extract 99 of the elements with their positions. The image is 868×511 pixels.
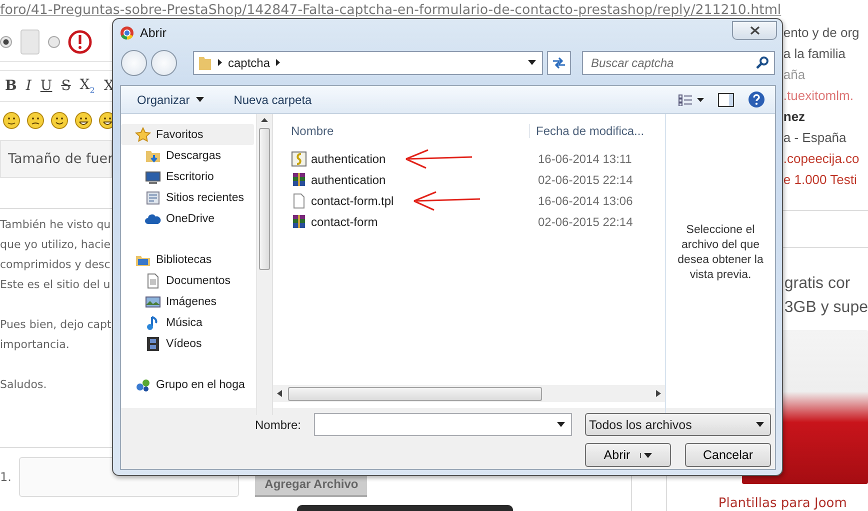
format-button[interactable]: X$_{2}$ <box>80 77 95 95</box>
attachment-number: 1. <box>0 470 12 484</box>
smiley-icon[interactable] <box>3 112 20 128</box>
browser-logo-icon <box>120 26 134 40</box>
column-header[interactable]: Nombre <box>273 124 529 138</box>
format-button[interactable]: I <box>26 78 32 94</box>
back-button[interactable] <box>121 50 147 76</box>
preview-hint: Seleccione el archivo del que desea obtener la vista previa. <box>676 223 764 283</box>
file-date: 16-06-2014 13:06 <box>537 194 634 208</box>
radio-button[interactable] <box>0 36 12 48</box>
sidebar-link[interactable]: Plantillas para Joom <box>667 496 868 511</box>
smiley-icon[interactable] <box>75 112 92 128</box>
exclamation-icon[interactable] <box>68 30 92 54</box>
cancel-button[interactable]: Cancelar <box>685 443 771 467</box>
column-header[interactable]: Fecha de modifica... <box>529 124 665 138</box>
star-icon <box>135 126 151 142</box>
folder-icon <box>198 54 212 70</box>
close-button[interactable] <box>732 21 777 40</box>
file-date: 02-06-2015 22:14 <box>537 214 634 228</box>
search-field[interactable]: Buscar captcha <box>582 50 775 74</box>
caret-icon <box>756 422 764 427</box>
refresh-icon <box>552 56 566 68</box>
help-icon[interactable] <box>748 91 765 108</box>
paragraph-text: También he visto qu <box>0 217 111 233</box>
address-bar[interactable]: captcha <box>193 50 543 74</box>
file-date: 02-06-2015 22:14 <box>537 172 634 186</box>
paragraph-text: que yo utilizo, hacie <box>0 237 110 253</box>
script-file-icon <box>291 150 307 166</box>
network-icon <box>135 376 151 392</box>
file-date: 16-06-2014 13:11 <box>537 152 633 166</box>
nav-item[interactable]: Sitios recientes <box>121 187 254 208</box>
close-icon <box>750 26 760 35</box>
file-type-select[interactable]: Todos los archivos <box>585 413 771 436</box>
file-name[interactable]: contact-form.tpl <box>273 190 529 210</box>
nav-item[interactable]: Descargas <box>121 145 254 166</box>
blank-file-icon <box>291 192 307 208</box>
scroll-right-icon[interactable] <box>656 390 661 397</box>
dropdown-caret-icon <box>557 422 565 427</box>
file-name[interactable]: authentication <box>273 148 529 168</box>
paragraph-text: comprimidos y desc <box>0 257 110 273</box>
scrollbar-thumb[interactable] <box>259 128 270 270</box>
caret-icon <box>644 452 652 458</box>
search-icon <box>756 56 769 68</box>
file-name[interactable]: authentication <box>273 172 529 188</box>
sidebar-text[interactable]: .copeecija.co <box>783 148 868 169</box>
toolbar-button[interactable]: Organizar <box>137 92 204 106</box>
chevron-right-icon <box>218 59 222 66</box>
picture-icon <box>145 294 161 310</box>
scroll-left-icon[interactable] <box>277 390 282 397</box>
paragraph-text: Saludos. <box>0 377 47 393</box>
film-icon <box>145 336 161 352</box>
chevron-right-icon <box>276 59 280 66</box>
recent-places-icon <box>145 190 161 206</box>
scrollbar-thumb[interactable] <box>288 386 542 400</box>
promo-text: 3GB y supe <box>784 298 868 318</box>
smiley-icon[interactable] <box>51 112 68 128</box>
open-button[interactable]: Abrir <box>585 443 671 467</box>
nav-item[interactable]: OneDrive <box>121 208 254 229</box>
archive-file-icon <box>291 172 307 188</box>
sidebar-text: a la familia <box>783 45 847 63</box>
sidebar-text: aña <box>783 66 806 84</box>
font-size-select[interactable]: Tamaño de fuer <box>0 140 112 178</box>
breadcrumb-item[interactable]: captcha <box>228 56 270 70</box>
dropdown-caret-icon <box>528 60 536 65</box>
page-url[interactable]: foro/41-Preguntas-sobre-PrestaShop/142847-Falta-captcha-en-formulario-de-contacto-prestashop/reply/211210.html <box>0 0 868 22</box>
sidebar-text[interactable]: e 1.000 Testi <box>783 169 868 190</box>
preview-pane-icon[interactable] <box>718 92 734 106</box>
nav-item[interactable]: Favoritos <box>121 124 254 145</box>
file-name[interactable]: contact-form <box>273 214 529 230</box>
sidebar-text: nez <box>783 108 806 126</box>
filename-label: Nombre: <box>254 418 301 432</box>
radio-button[interactable] <box>48 36 60 48</box>
sidebar-text: ento y de org <box>783 24 860 42</box>
promo-text: gratis cor <box>784 274 852 294</box>
archive-file-icon <box>291 214 307 230</box>
window-title: Abrir <box>140 26 166 40</box>
nav-item[interactable]: Documentos <box>121 270 254 291</box>
monitor-icon <box>145 168 161 184</box>
nav-item[interactable]: Música <box>121 312 254 333</box>
nav-item[interactable]: Vídeos <box>121 333 254 354</box>
caret-icon <box>196 97 204 102</box>
view-options-icon[interactable] <box>678 94 704 106</box>
nav-item[interactable]: Escritorio <box>121 166 254 187</box>
format-button[interactable]: U <box>40 78 52 94</box>
filename-field[interactable] <box>314 413 572 436</box>
format-button[interactable]: B <box>5 78 17 94</box>
refresh-button[interactable] <box>547 50 571 74</box>
paragraph-text: Este es el sitio del u <box>0 277 110 293</box>
nav-item[interactable]: Bibliotecas <box>121 249 254 270</box>
smiley-icon[interactable] <box>27 112 44 128</box>
format-button[interactable]: S <box>61 78 71 94</box>
nav-item[interactable]: Grupo en el hoga <box>121 374 254 395</box>
paragraph-text: Pues bien, dejo capt <box>0 317 112 333</box>
sidebar-text: a - España <box>783 129 848 147</box>
forward-button[interactable] <box>151 50 177 76</box>
document-icon <box>145 272 161 288</box>
paragraph-text: importancia. <box>0 337 70 353</box>
nav-item[interactable]: Imágenes <box>121 291 254 312</box>
toolbar-button[interactable]: Nueva carpeta <box>234 92 312 106</box>
